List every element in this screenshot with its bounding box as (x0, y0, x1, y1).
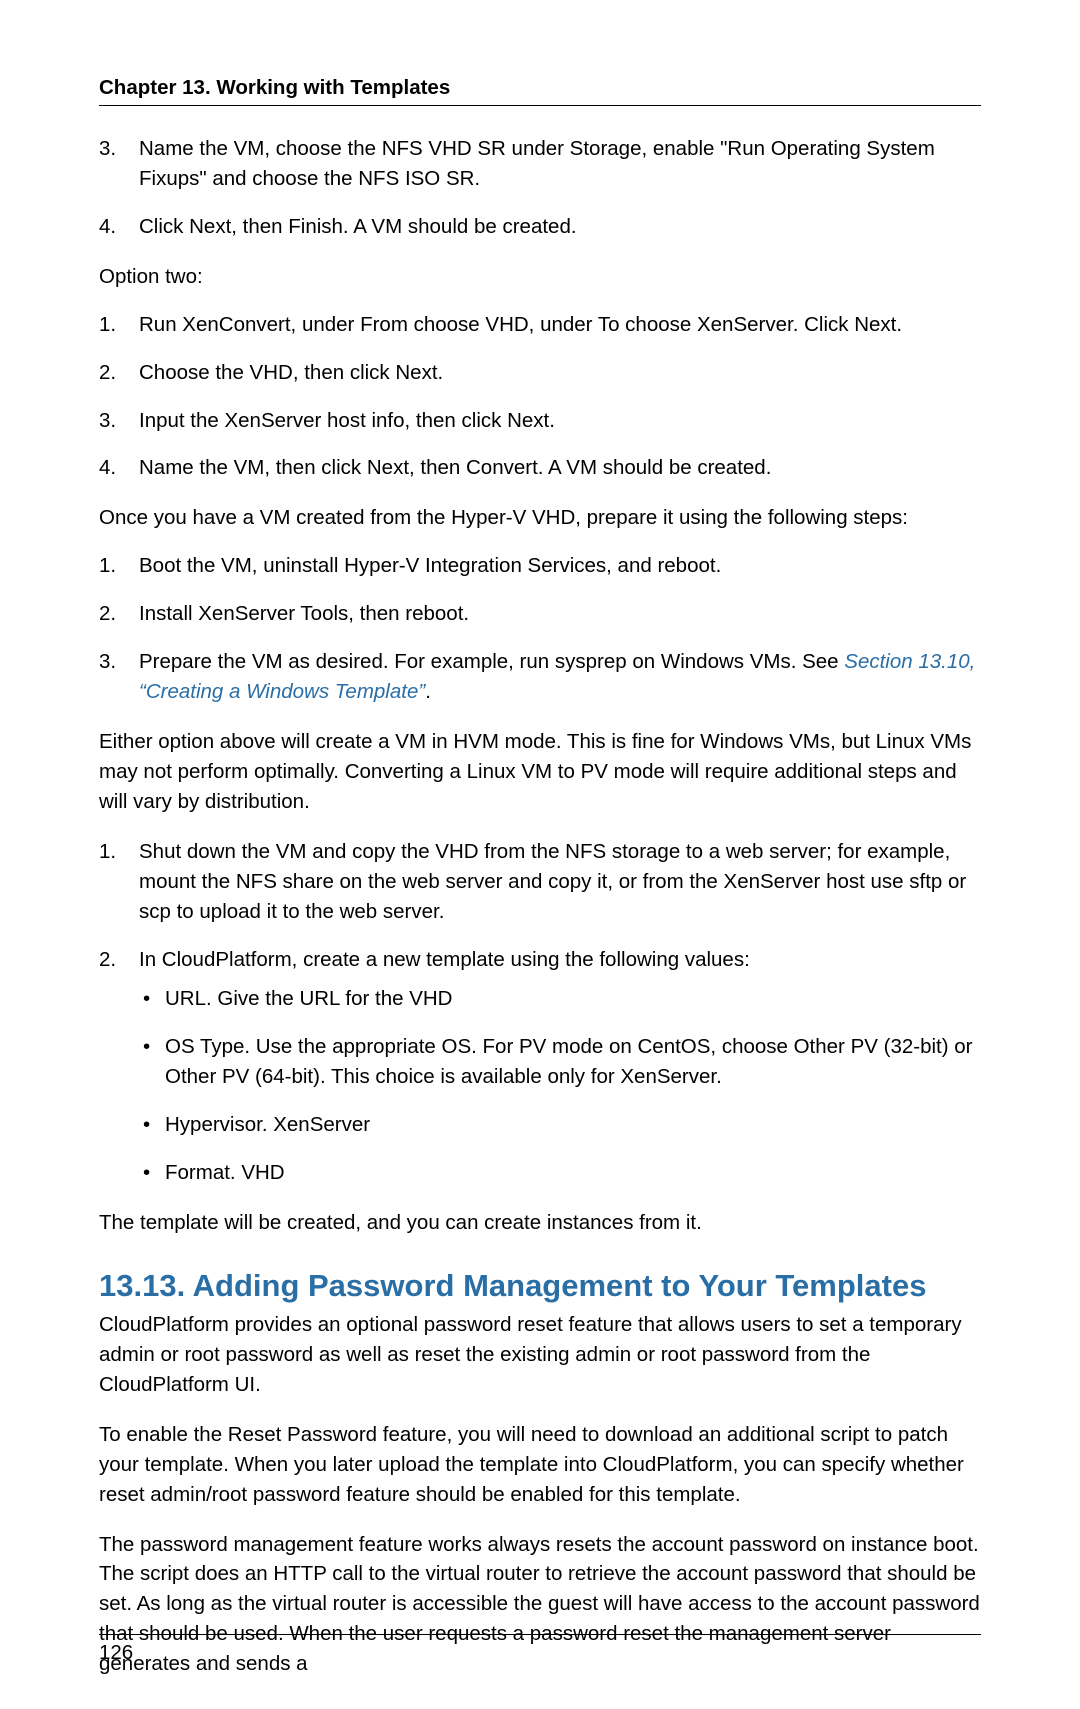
list-text: Name the VM, then click Next, then Conve… (139, 456, 771, 479)
list-item: 2. Install XenServer Tools, then reboot. (99, 599, 981, 629)
list-text: In CloudPlatform, create a new template … (139, 948, 750, 971)
list-text: Shut down the VM and copy the VHD from t… (139, 840, 966, 923)
paragraph-section-1: CloudPlatform provides an optional passw… (99, 1310, 981, 1400)
paragraph-template-created: The template will be created, and you ca… (99, 1208, 981, 1238)
page-footer: 126 (99, 1624, 981, 1665)
paragraph-section-2: To enable the Reset Password feature, yo… (99, 1420, 981, 1510)
list-text: Choose the VHD, then click Next. (139, 361, 443, 384)
list-item: 2. Choose the VHD, then click Next. (99, 358, 981, 388)
bullet-item: URL. Give the URL for the VHD (139, 984, 981, 1014)
list-marker: 2. (99, 599, 129, 629)
list-item: 2. In CloudPlatform, create a new templa… (99, 945, 981, 1189)
list-text: Input the XenServer host info, then clic… (139, 409, 555, 432)
list-marker: 2. (99, 945, 129, 975)
bullet-list: URL. Give the URL for the VHD OS Type. U… (139, 984, 981, 1188)
paragraph-once-vm: Once you have a VM created from the Hype… (99, 503, 981, 533)
list-marker: 2. (99, 358, 129, 388)
list-text: Name the VM, choose the NFS VHD SR under… (139, 137, 935, 190)
list-marker: 4. (99, 212, 129, 242)
page-number: 126 (99, 1641, 133, 1664)
list-item: 4. Name the VM, then click Next, then Co… (99, 453, 981, 483)
list-text: Install XenServer Tools, then reboot. (139, 602, 469, 625)
paragraph-either-option: Either option above will create a VM in … (99, 727, 981, 817)
list-text: Click Next, then Finish. A VM should be … (139, 215, 577, 238)
list-marker: 3. (99, 647, 129, 677)
list-text: Run XenConvert, under From choose VHD, u… (139, 313, 902, 336)
list-item: 4. Click Next, then Finish. A VM should … (99, 212, 981, 242)
ordered-list-d: 1. Shut down the VM and copy the VHD fro… (99, 837, 981, 1188)
list-item: 1. Shut down the VM and copy the VHD fro… (99, 837, 981, 927)
list-marker: 3. (99, 406, 129, 436)
list-text-suffix: . (425, 680, 431, 703)
list-item: 3. Input the XenServer host info, then c… (99, 406, 981, 436)
list-item: 1. Boot the VM, uninstall Hyper-V Integr… (99, 551, 981, 581)
list-marker: 1. (99, 310, 129, 340)
list-marker: 1. (99, 837, 129, 867)
ordered-list-c: 1. Boot the VM, uninstall Hyper-V Integr… (99, 551, 981, 707)
list-marker: 3. (99, 134, 129, 164)
bullet-item: Hypervisor. XenServer (139, 1110, 981, 1140)
section-heading: 13.13. Adding Password Management to You… (99, 1268, 981, 1304)
ordered-list-b: 1. Run XenConvert, under From choose VHD… (99, 310, 981, 484)
ordered-list-continued-a: 3. Name the VM, choose the NFS VHD SR un… (99, 134, 981, 242)
option-two-label: Option two: (99, 262, 981, 292)
bullet-item: Format. VHD (139, 1158, 981, 1188)
bullet-item: OS Type. Use the appropriate OS. For PV … (139, 1032, 981, 1092)
list-item: 3. Name the VM, choose the NFS VHD SR un… (99, 134, 981, 194)
list-item: 1. Run XenConvert, under From choose VHD… (99, 310, 981, 340)
chapter-header: Chapter 13. Working with Templates (99, 76, 981, 106)
list-text: Boot the VM, uninstall Hyper-V Integrati… (139, 554, 721, 577)
list-text-prefix: Prepare the VM as desired. For example, … (139, 650, 844, 673)
list-item: 3. Prepare the VM as desired. For exampl… (99, 647, 981, 707)
list-marker: 1. (99, 551, 129, 581)
list-marker: 4. (99, 453, 129, 483)
